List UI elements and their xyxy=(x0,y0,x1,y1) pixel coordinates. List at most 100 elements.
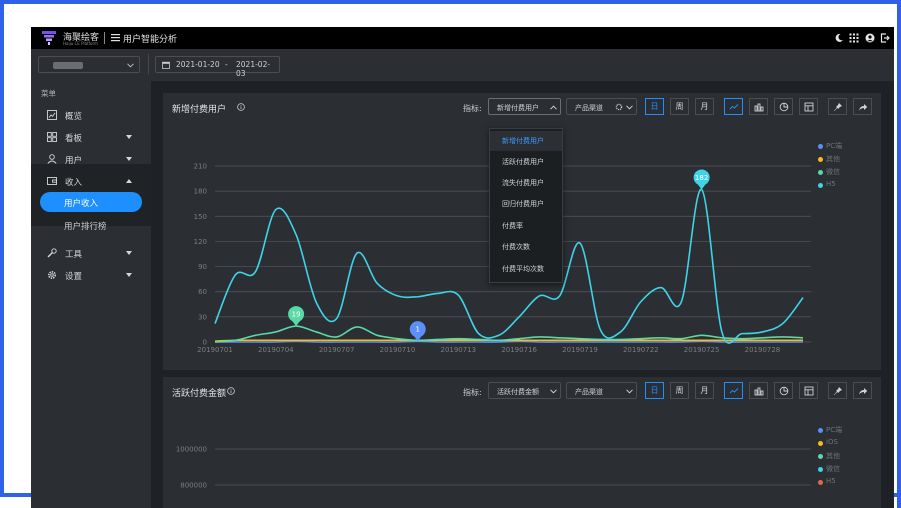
legend-label: 其他 xyxy=(826,452,840,460)
sidebar: 菜单 概览 看板 用户 收入 用户收入 用户排行榜 工具 设置 xyxy=(31,81,151,508)
brand-subtitle: Haiju CE Platform xyxy=(63,41,98,46)
sidebar-item-label: 看板 xyxy=(65,134,83,144)
legend-label: iOS xyxy=(826,438,838,446)
data-label: 182 xyxy=(695,174,708,182)
y-tick-label: 180 xyxy=(194,188,207,196)
logout-icon[interactable] xyxy=(880,33,890,43)
dropdown-option[interactable]: 付费率 xyxy=(490,216,562,236)
chart-icon xyxy=(47,110,57,120)
x-tick-label: 20190719 xyxy=(562,346,598,354)
sidebar-item-tools[interactable]: 工具 xyxy=(31,243,151,263)
date-end: 2021-02-03 xyxy=(236,60,271,78)
legend-label: PC端 xyxy=(826,142,843,150)
dropdown-option[interactable]: 新增付费用户 xyxy=(490,131,562,151)
legend-item-h5[interactable]: H5 xyxy=(818,180,878,192)
dropdown-option-label: 流失付费用户 xyxy=(502,179,544,187)
legend-dot xyxy=(818,480,823,485)
legend-label: 微信 xyxy=(826,465,840,473)
caret-down-icon xyxy=(126,135,132,139)
menu-icon[interactable] xyxy=(111,33,120,42)
date-start: 2021-01-20 xyxy=(176,60,220,69)
dropdown-option-label: 新增付费用户 xyxy=(502,137,544,145)
dropdown-option[interactable]: 付费次数 xyxy=(490,237,562,257)
dropdown-option-label: 活跃付费用户 xyxy=(502,158,544,166)
y-tick-label: 150 xyxy=(194,213,207,221)
dropdown-option-label: 回归付费用户 xyxy=(502,200,544,208)
legend-item-other[interactable]: 其他 xyxy=(818,154,878,166)
dropdown-option[interactable]: 活跃付费用户 xyxy=(490,152,562,172)
dropdown-option[interactable]: 付费平均次数 xyxy=(490,259,562,279)
caret-up-icon xyxy=(126,179,132,183)
x-tick-label: 20190701 xyxy=(197,346,233,354)
frame-border-left xyxy=(0,0,4,497)
legend-dot xyxy=(818,454,823,459)
apps-grid-icon[interactable] xyxy=(849,33,859,43)
legend-item-ios[interactable]: iOS xyxy=(818,438,878,450)
data-label: 19 xyxy=(292,311,301,319)
main-content: 新增付费用户 指标: 新增付费用户 产品渠道 日 周 月 0 30 60 90 … xyxy=(151,81,894,508)
legend-label: 其他 xyxy=(826,155,840,163)
legend-item-wechat[interactable]: 微信 xyxy=(818,464,878,476)
sidebar-item-settings[interactable]: 设置 xyxy=(31,265,151,285)
filter-divider xyxy=(148,54,149,74)
legend-item-wechat[interactable]: 微信 xyxy=(818,167,878,179)
caret-down-icon xyxy=(126,273,132,277)
date-range-picker[interactable]: 2021-01-20 - 2021-02-03 xyxy=(155,56,280,78)
legend-dot xyxy=(818,467,823,472)
legend-dot xyxy=(818,441,823,446)
legend-item-pc[interactable]: PC端 xyxy=(818,141,878,153)
metric-dropdown-menu: 新增付费用户 活跃付费用户 流失付费用户 回归付费用户 付费率 付费次数 付费平… xyxy=(489,128,563,283)
sidebar-item-overview[interactable]: 概览 xyxy=(31,105,151,125)
x-tick-label: 20190704 xyxy=(258,346,294,354)
caret-down-icon xyxy=(126,251,132,255)
dropdown-option-label: 付费率 xyxy=(502,222,523,230)
y-tick-label: 800000 xyxy=(180,482,207,490)
sidebar-item-dashboard[interactable]: 看板 xyxy=(31,127,151,147)
y-tick-label: 30 xyxy=(198,313,207,321)
legend-dot xyxy=(818,428,823,433)
top-bar: 海聚绘客 Haiju CE Platform 用户智能分析 xyxy=(31,27,894,49)
legend-dot xyxy=(818,183,823,188)
legend-dot xyxy=(818,157,823,162)
series-line xyxy=(215,340,803,343)
x-tick-label: 20190707 xyxy=(319,346,355,354)
sidebar-item-label: 工具 xyxy=(65,250,83,260)
frame-border-right xyxy=(897,0,901,508)
legend-label: H5 xyxy=(826,477,836,485)
data-label: 1 xyxy=(416,326,420,334)
y-tick-label: 120 xyxy=(194,238,207,246)
legend-item-h5[interactable]: H5 xyxy=(818,477,878,489)
dark-mode-icon[interactable] xyxy=(834,33,844,43)
legend-dot xyxy=(818,170,823,175)
dropdown-option[interactable]: 流失付费用户 xyxy=(490,173,562,193)
chart-panel-new-paying-users: 新增付费用户 指标: 新增付费用户 产品渠道 日 周 月 0 30 60 90 … xyxy=(163,93,881,370)
x-tick-label: 20190710 xyxy=(380,346,416,354)
legend-dot xyxy=(818,144,823,149)
user-icon xyxy=(47,154,57,164)
sidebar-subitem-user-revenue[interactable]: 用户收入 xyxy=(40,192,142,212)
sidebar-heading: 菜单 xyxy=(41,89,56,98)
filter-bar: 2021-01-20 - 2021-02-03 xyxy=(31,49,894,81)
sidebar-subitem-label: 用户收入 xyxy=(64,199,99,209)
legend-item-pc[interactable]: PC端 xyxy=(818,425,878,437)
y-tick-label: 1000000 xyxy=(176,446,207,454)
legend-label: 微信 xyxy=(826,168,840,176)
y-tick-label: 60 xyxy=(198,288,207,296)
app-selector[interactable] xyxy=(38,56,140,73)
sidebar-item-label: 概览 xyxy=(65,112,83,122)
dropdown-option[interactable]: 回归付费用户 xyxy=(490,194,562,214)
x-tick-label: 20190713 xyxy=(440,346,476,354)
brand-logo-icon xyxy=(42,31,56,45)
header-divider xyxy=(104,32,105,44)
x-tick-label: 20190722 xyxy=(623,346,659,354)
user-avatar-icon[interactable] xyxy=(865,33,875,43)
sidebar-item-revenue[interactable]: 收入 xyxy=(31,171,151,191)
frame-border-top xyxy=(0,0,901,4)
y-tick-label: 210 xyxy=(194,163,207,171)
x-tick-label: 20190725 xyxy=(684,346,720,354)
y-tick-label: 90 xyxy=(198,263,207,271)
sidebar-subitem-user-ranking[interactable]: 用户排行榜 xyxy=(64,220,107,232)
legend-item-other[interactable]: 其他 xyxy=(818,451,878,463)
app-window: 海聚绘客 Haiju CE Platform 用户智能分析 2021-01-20… xyxy=(31,27,894,508)
sidebar-item-label: 设置 xyxy=(65,272,83,282)
